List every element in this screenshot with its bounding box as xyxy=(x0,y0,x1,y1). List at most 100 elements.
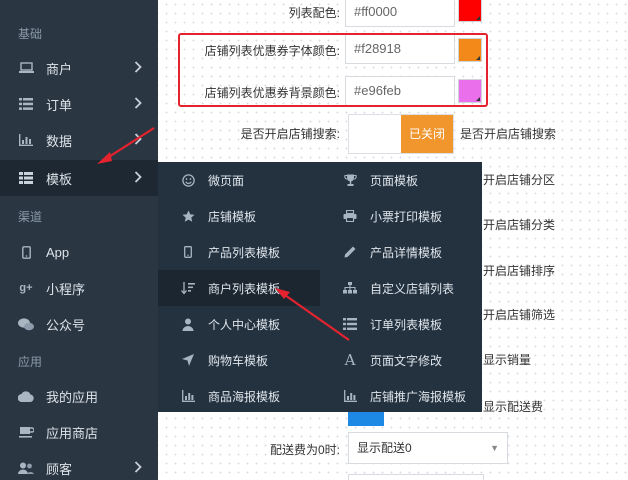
menu-item-profile-template[interactable]: 个人中心模板 xyxy=(158,306,320,342)
menu-item-label: 小票打印模板 xyxy=(370,209,443,224)
coffee-icon xyxy=(18,424,34,440)
trophy-icon xyxy=(342,172,358,188)
menu-item-cart-template[interactable]: 购物车模板 xyxy=(158,342,320,378)
list-color-input[interactable]: #ff0000 xyxy=(345,0,455,27)
section-apps: 应用 xyxy=(18,355,43,369)
menu-item-store-template[interactable]: 店铺模板 xyxy=(158,198,320,234)
menu-item-product-list-template[interactable]: 产品列表模板 xyxy=(158,234,320,270)
right-text-zone: 开启店铺分区 xyxy=(483,173,556,187)
bar-chart-icon xyxy=(18,132,34,148)
sidebar-item-label: 商户 xyxy=(46,61,73,77)
toggle-off-label: 已关闭 xyxy=(401,115,453,153)
laptop-icon xyxy=(18,60,34,76)
chevron-right-icon xyxy=(134,133,142,148)
menu-item-label: 个人中心模板 xyxy=(208,317,281,332)
right-text-sort: 开启店铺排序 xyxy=(483,264,556,278)
location-arrow-icon xyxy=(180,352,196,368)
sidebar-item-label: 数据 xyxy=(46,133,73,149)
menu-item-product-poster-template[interactable]: 商品海报模板 xyxy=(158,378,320,414)
list-color-swatch[interactable] xyxy=(458,0,482,22)
sitemap-icon xyxy=(342,280,358,296)
sort-icon xyxy=(180,280,196,296)
chevron-right-icon xyxy=(134,61,142,76)
caret-down-icon: ▼ xyxy=(490,443,499,453)
sidebar-item-label: App xyxy=(46,244,70,260)
sidebar: 基础 商户 订单 数据 模板 渠道 App g+ 小程序 公众号 应用 我的应用… xyxy=(0,0,158,480)
bar-chart-icon xyxy=(342,388,358,404)
sidebar-item-merchant[interactable]: 商户 xyxy=(0,50,158,86)
right-text-sales: 显示销量 xyxy=(483,353,532,367)
delivery-zero-select[interactable]: 显示配送0 ▼ xyxy=(348,432,508,464)
font-icon: A xyxy=(344,351,356,369)
store-search-text: 是否开启店铺搜索 xyxy=(460,127,557,141)
menu-item-label: 产品详情模板 xyxy=(370,245,443,260)
menu-item-page-template[interactable]: 页面模板 xyxy=(342,162,482,198)
sidebar-item-app[interactable]: App xyxy=(0,234,158,270)
print-icon xyxy=(342,208,358,224)
grid-list-icon xyxy=(18,170,34,186)
list-icon xyxy=(342,316,358,332)
sidebar-item-label: 公众号 xyxy=(46,317,86,333)
user-icon xyxy=(180,316,196,332)
templates-submenu: 微页面 店铺模板 产品列表模板 商户列表模板 个人中心模板 购物车模板 商品海报… xyxy=(158,162,482,412)
menu-item-label: 店铺推广海报模板 xyxy=(370,389,467,404)
menu-item-merchant-list-template[interactable]: 商户列表模板 xyxy=(158,270,320,306)
pencil-icon xyxy=(342,244,358,260)
menu-item-order-list-template[interactable]: 订单列表模板 xyxy=(342,306,482,342)
sidebar-item-miniprogram[interactable]: g+ 小程序 xyxy=(0,270,158,306)
star-icon xyxy=(180,208,196,224)
chevron-right-icon xyxy=(134,461,142,476)
sidebar-item-customers[interactable]: 顾客 xyxy=(0,450,158,480)
sidebar-item-data[interactable]: 数据 xyxy=(0,122,158,158)
menu-item-page-text-edit[interactable]: A 页面文字修改 xyxy=(342,342,482,378)
menu-item-label: 自定义店铺列表 xyxy=(370,281,455,296)
list-icon xyxy=(18,96,34,112)
users-icon xyxy=(18,460,34,476)
menu-item-receipt-print-template[interactable]: 小票打印模板 xyxy=(342,198,482,234)
sidebar-item-my-apps[interactable]: 我的应用 xyxy=(0,378,158,414)
section-basic: 基础 xyxy=(18,27,43,41)
right-text-category: 开启店铺分类 xyxy=(483,218,556,232)
sidebar-item-official-account[interactable]: 公众号 xyxy=(0,306,158,342)
sidebar-item-label: 我的应用 xyxy=(46,389,99,405)
menu-item-label: 页面模板 xyxy=(370,173,419,188)
partial-input[interactable] xyxy=(348,474,484,480)
smile-icon xyxy=(180,172,196,188)
cloud-icon xyxy=(18,388,34,404)
delivery-zero-select-value: 显示配送0 xyxy=(357,441,412,455)
google-plus-icon: g+ xyxy=(19,282,33,294)
sidebar-item-label: 应用商店 xyxy=(46,425,99,441)
menu-item-product-detail-template[interactable]: 产品详情模板 xyxy=(342,234,482,270)
section-channels: 渠道 xyxy=(18,210,43,224)
menu-item-label: 产品列表模板 xyxy=(208,245,281,260)
sidebar-item-app-store[interactable]: 应用商店 xyxy=(0,414,158,450)
chevron-right-icon xyxy=(134,97,142,112)
menu-item-micro-page[interactable]: 微页面 xyxy=(158,162,320,198)
sidebar-item-label: 小程序 xyxy=(46,281,86,297)
store-search-toggle[interactable]: 已关闭 xyxy=(348,114,454,154)
mobile-icon xyxy=(180,244,196,260)
sidebar-item-orders[interactable]: 订单 xyxy=(0,86,158,122)
menu-item-label: 页面文字修改 xyxy=(370,353,443,368)
mobile-icon xyxy=(18,244,34,260)
menu-item-custom-store-list[interactable]: 自定义店铺列表 xyxy=(342,270,482,306)
menu-item-label: 商品海报模板 xyxy=(208,389,281,404)
sidebar-item-label: 订单 xyxy=(46,97,73,113)
annotation-highlight-box xyxy=(178,33,488,107)
right-text-filter: 开启店铺筛选 xyxy=(483,308,556,322)
menu-item-store-promo-poster-template[interactable]: 店铺推广海报模板 xyxy=(342,378,482,414)
menu-item-label: 购物车模板 xyxy=(208,353,269,368)
sidebar-item-label: 顾客 xyxy=(46,461,73,477)
sidebar-item-label: 模板 xyxy=(46,171,73,187)
delivery-zero-label: 配送费为0时: xyxy=(269,443,340,457)
menu-item-label: 微页面 xyxy=(208,173,245,188)
list-color-label: 列表配色: xyxy=(288,6,340,20)
store-search-label: 是否开启店铺搜索: xyxy=(240,127,340,141)
menu-item-label: 订单列表模板 xyxy=(370,317,443,332)
right-text-delivery-fee: 显示配送费 xyxy=(483,400,544,414)
chevron-right-icon xyxy=(134,171,142,186)
menu-item-label: 商户列表模板 xyxy=(208,281,281,296)
sidebar-item-templates[interactable]: 模板 xyxy=(0,160,158,196)
menu-item-label: 店铺模板 xyxy=(208,209,257,224)
wechat-icon xyxy=(18,316,34,332)
